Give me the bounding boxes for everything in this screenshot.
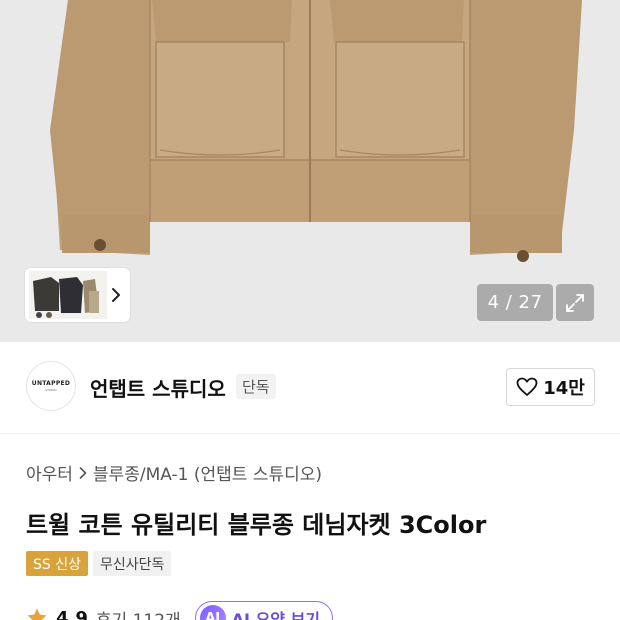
ai-summary-label: AI 요약 보기	[231, 610, 321, 620]
chevron-right-icon	[79, 466, 87, 479]
image-counter: 4 / 27	[477, 284, 553, 321]
breadcrumb: 아우터 블루종/MA-1 (언탭트 스튜디오)	[26, 460, 322, 485]
brand-name-link[interactable]: 언탭트 스튜디오	[90, 373, 226, 402]
badge-list: SS 신상 무신사단독	[26, 551, 172, 576]
new-season-badge: SS 신상	[26, 551, 88, 576]
product-image-viewer[interactable]: 4 / 27	[0, 0, 620, 342]
expand-button[interactable]	[556, 284, 594, 321]
brand-logo-subtext: STUDIO	[45, 388, 57, 392]
star-icon	[27, 608, 47, 620]
breadcrumb-item-subcategory[interactable]: 블루종/MA-1 (언탭트 스튜디오)	[93, 460, 322, 485]
exclusive-badge: 무신사단독	[92, 551, 172, 576]
outfit-thumbnail	[29, 271, 107, 319]
chevron-right-icon[interactable]	[110, 285, 122, 305]
ai-summary-button[interactable]: AI AI 요약 보기	[194, 601, 334, 620]
brand-logo[interactable]: UNTAPPED STUDIO	[26, 361, 76, 411]
expand-icon	[566, 293, 584, 312]
brand-logo-text: UNTAPPED	[31, 380, 71, 387]
rating-value: 4.9	[56, 607, 88, 620]
ai-icon: AI	[199, 605, 226, 620]
like-button[interactable]: 14만	[506, 368, 595, 406]
rating-row: 4.9 후기 112개 AI AI 요약 보기	[26, 601, 334, 620]
brand-row: UNTAPPED STUDIO 언탭트 스튜디오 단독 14만	[0, 342, 620, 434]
exclusive-tag: 단독	[236, 374, 276, 399]
breadcrumb-item-category[interactable]: 아우터	[26, 460, 73, 485]
review-count-link[interactable]: 후기 112개	[96, 606, 181, 620]
product-title: 트윌 코튼 유틸리티 블루종 데님자켓 3Color	[26, 511, 487, 539]
thumbnail-strip[interactable]	[25, 268, 130, 322]
heart-outline-icon	[516, 377, 538, 396]
like-count: 14만	[543, 378, 585, 399]
